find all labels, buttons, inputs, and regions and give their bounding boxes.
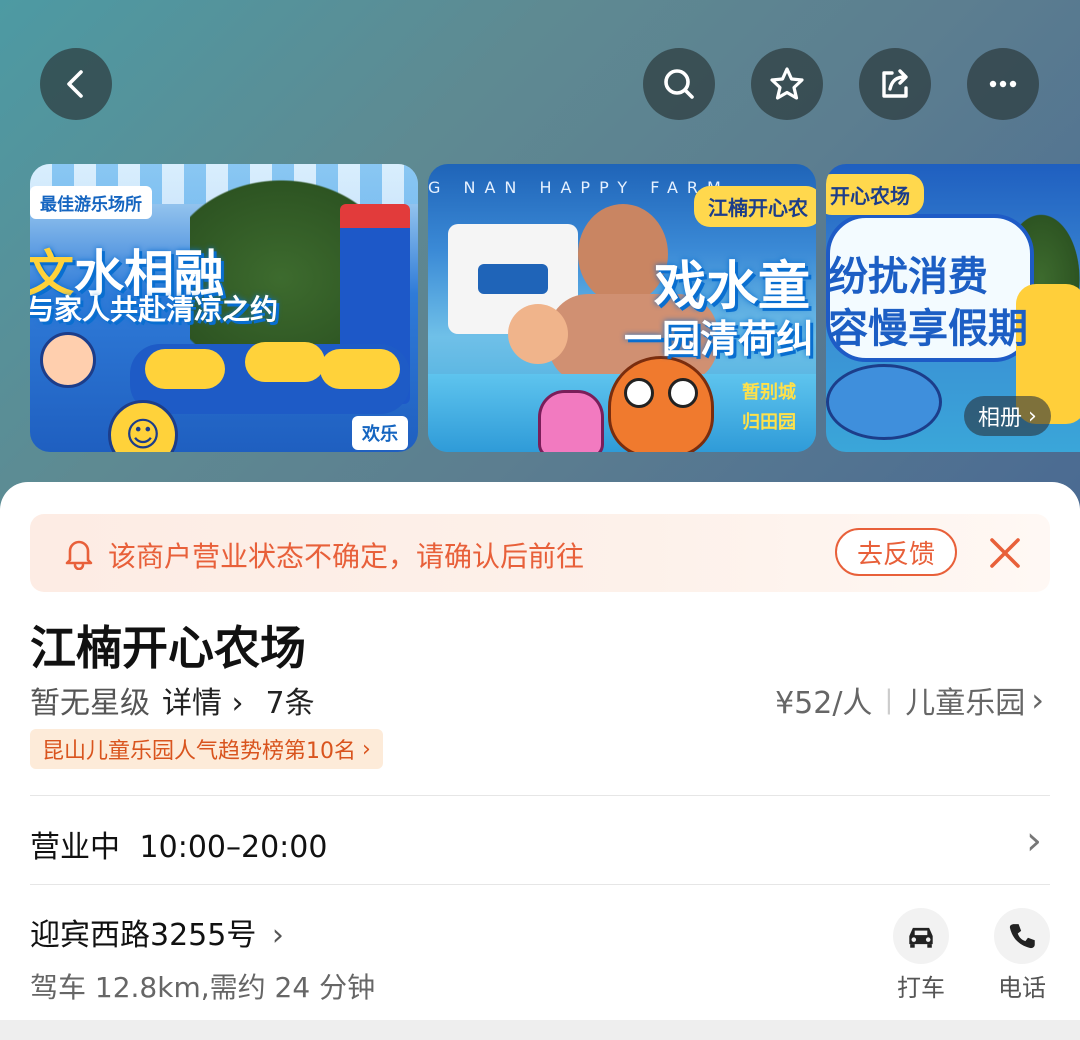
chevron-right-icon: › [1028, 403, 1037, 429]
chevron-right-icon: › [1031, 681, 1044, 719]
review-count[interactable]: 7条 [266, 678, 315, 722]
bottom-gap [0, 1020, 1080, 1040]
bell-icon [65, 540, 93, 570]
gallery-photo-1[interactable]: 最佳游乐场所 文水相融 与家人共赴清凉之约 ☺ 欢乐 [30, 164, 418, 452]
album-label: 相册 [978, 406, 1023, 431]
details-link[interactable]: 详情 › [162, 678, 244, 722]
hours-status: 营业中 [30, 830, 120, 865]
child-figure [508, 304, 568, 364]
hours-row[interactable]: 营业中 10:00–20:00 [30, 822, 327, 866]
gallery-photo-3[interactable]: 开心农场 纷扰消费 容慢享假期 相册 › [826, 164, 1080, 452]
chevron-right-icon: › [362, 736, 371, 762]
rating-text: 暂无星级 [30, 686, 150, 721]
search-button[interactable] [643, 48, 715, 120]
photo2-side1: 暂别城 [742, 382, 796, 403]
more-dots-icon [989, 80, 1017, 88]
cartoon-kid [40, 332, 96, 388]
address-row[interactable]: 迎宾西路3255号 › [30, 910, 284, 954]
photo1-sticker: 欢乐 [352, 416, 408, 450]
feedback-button[interactable]: 去反馈 [835, 528, 957, 576]
car-icon [909, 927, 933, 948]
pink-monster [538, 390, 604, 452]
photo1-pill: 最佳游乐场所 [30, 186, 152, 219]
chevron-left-icon [67, 70, 83, 98]
album-button[interactable]: 相册 › [964, 396, 1051, 436]
photo3-title2: 容慢享假期 [828, 306, 1028, 352]
divider [30, 795, 1050, 796]
divider [30, 884, 1050, 885]
star-icon [770, 67, 804, 100]
back-button[interactable] [40, 48, 112, 120]
chevron-right-icon[interactable]: › [1026, 818, 1042, 864]
address-text: 迎宾西路3255号 [30, 918, 257, 953]
chevron-right-icon: › [271, 918, 284, 953]
taxi-button[interactable] [893, 908, 949, 964]
share-icon [882, 69, 908, 98]
photo2-pill: 江楠开心农 [694, 186, 816, 227]
hours-time: 10:00–20:00 [139, 830, 328, 865]
phone-label[interactable]: 电话 [982, 968, 1062, 1003]
share-button[interactable] [859, 48, 931, 120]
photo3-pill: 开心农场 [826, 174, 924, 215]
photo2-title2: 一园清荷纠 [624, 317, 815, 361]
phone-button[interactable] [994, 908, 1050, 964]
drive-info: 驾车 12.8km,需约 24 分钟 [30, 971, 376, 1004]
poi-name: 江楠开心农场 [30, 621, 306, 675]
rank-badge[interactable]: 昆山儿童乐园人气趋势榜第10名 › [30, 729, 383, 769]
more-button[interactable] [967, 48, 1039, 120]
phone-icon [1009, 924, 1035, 949]
close-icon[interactable] [986, 534, 1024, 572]
search-icon [664, 69, 694, 99]
category: 儿童乐园 [905, 686, 1026, 721]
photo3-title1: 纷扰消费 [828, 254, 988, 300]
gallery-photo-2[interactable]: G NAN HAPPY FARM 江楠开心农 戏水童 一园清荷纠 暂别城 归田园 [428, 164, 816, 452]
separator: | [884, 685, 894, 715]
favorite-button[interactable] [751, 48, 823, 120]
taxi-label[interactable]: 打车 [881, 968, 961, 1003]
notice-text: 该商户营业状态不确定，请确认后前往 [108, 540, 585, 573]
photo2-side2: 归田园 [742, 412, 796, 433]
orange-monster [608, 356, 714, 452]
rating-row: 暂无星级 详情 › 7条 [30, 678, 315, 722]
price-category-row[interactable]: ¥52/人 | 儿童乐园 › [775, 678, 1044, 722]
price: ¥52/人 [775, 686, 873, 721]
dolphin [826, 364, 942, 440]
photo1-subtitle: 与家人共赴清凉之约 [30, 293, 279, 326]
